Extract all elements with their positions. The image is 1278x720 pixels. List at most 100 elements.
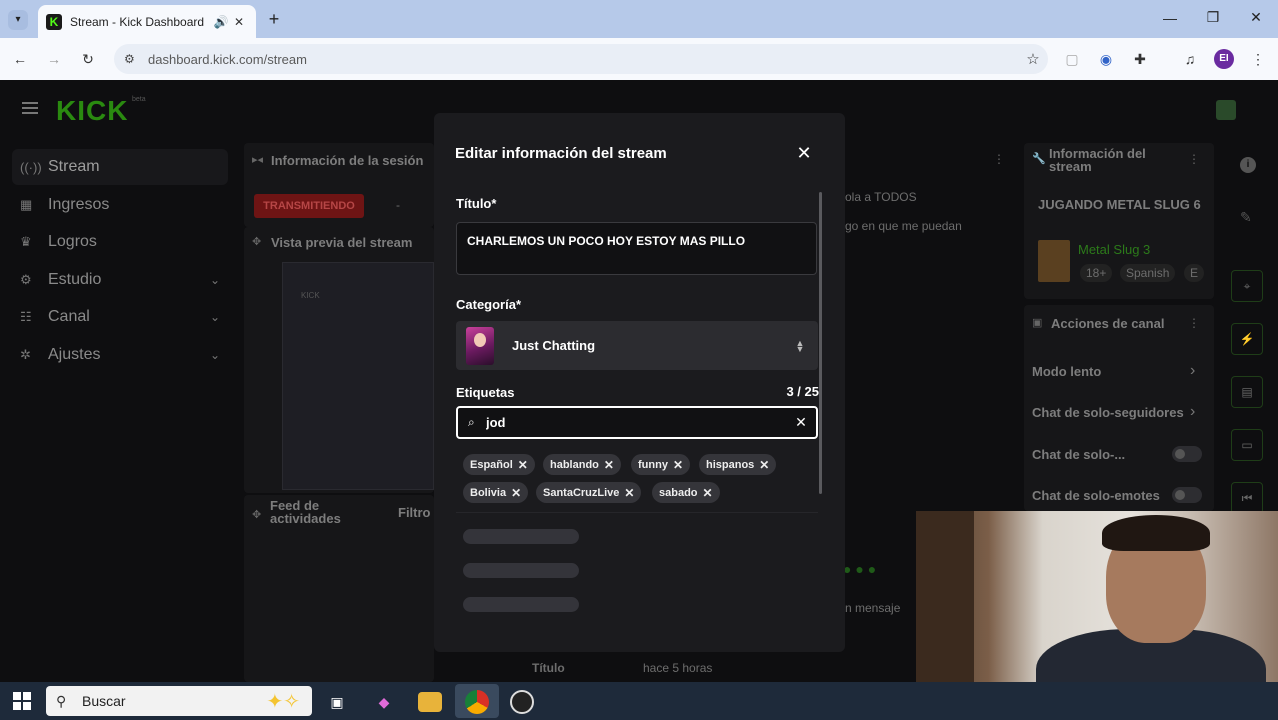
chrome-icon[interactable] [465, 690, 489, 714]
rail-media-icon[interactable]: ⏮ [1231, 482, 1263, 514]
sidebar-item-label: Canal [48, 308, 90, 325]
tag-chip-label: hispanos [706, 458, 755, 471]
extension-2-icon[interactable]: ◉ [1096, 49, 1116, 69]
browser-menu-icon[interactable]: ⋮ [1248, 49, 1268, 69]
rail-lightning-icon[interactable]: ⚡ [1231, 323, 1263, 355]
extensions-puzzle-icon[interactable]: ✚ [1130, 49, 1150, 69]
drag-handle-icon[interactable]: ✥ [252, 235, 261, 248]
sidebar-item-label: Stream [48, 158, 100, 175]
sidebar-item-stream[interactable]: ((·)) Stream [12, 149, 228, 185]
task-view-icon[interactable]: ▣ [325, 690, 349, 714]
tag-chip: Bolivia ✕ [463, 482, 529, 503]
site-info-icon[interactable]: ⚙ [124, 52, 138, 66]
remove-tag-icon[interactable]: ✕ [624, 486, 634, 500]
clear-icon[interactable]: ✕ [786, 414, 816, 431]
restore-button[interactable]: ❐ [1203, 9, 1223, 26]
loading-skeleton [463, 529, 579, 544]
preview-panel-title: Vista previa del stream [271, 235, 413, 250]
tag-search-input-wrap[interactable]: ⌕ ✕ [456, 406, 818, 439]
tag-chip: sabado ✕ [652, 482, 720, 503]
speaker-icon[interactable]: 🔊 [212, 15, 230, 29]
chat-emote-icons[interactable]: ● ● ● [843, 561, 876, 577]
sidebar-item-canal[interactable]: ☷ Canal ⌄ [12, 299, 228, 335]
emotes-only-toggle[interactable] [1172, 487, 1202, 503]
chevron-right-icon[interactable]: › [1190, 403, 1195, 421]
bookmark-star-icon[interactable]: ☆ [1018, 50, 1048, 68]
live-status-badge: TRANSMITIENDO [254, 194, 364, 218]
window-close-button[interactable]: ✕ [1246, 9, 1266, 26]
remove-tag-icon[interactable]: ✕ [703, 486, 713, 500]
modal-scrollbar[interactable] [819, 192, 822, 494]
action-sub-only[interactable]: Chat de solo-... [1032, 447, 1125, 462]
new-tab-button[interactable]: + [264, 9, 284, 30]
forward-arrow-icon[interactable]: → [44, 49, 64, 69]
stream-preview-video[interactable]: KICK [282, 262, 434, 490]
stream-info-title: JUGANDO METAL SLUG 6 [1038, 197, 1201, 212]
file-explorer-icon[interactable] [418, 692, 442, 712]
search-icon: ⚲ [56, 692, 67, 709]
back-arrow-icon[interactable]: ← [10, 49, 30, 69]
chat-input[interactable]: n mensaje [845, 601, 900, 615]
sidebar-item-logros[interactable]: ♛ Logros [12, 224, 228, 260]
address-bar[interactable]: ⚙ dashboard.kick.com/stream ☆ [114, 44, 1048, 74]
modal-divider [456, 512, 818, 513]
remove-tag-icon[interactable]: ✕ [673, 458, 683, 472]
preview-brand: KICK [301, 291, 320, 300]
chat-panel-menu-icon[interactable]: ⋮ [993, 152, 1005, 166]
close-icon[interactable]: ✕ [793, 142, 815, 164]
panel-menu-icon[interactable]: ⋮ [1188, 152, 1200, 166]
category-select[interactable]: Just Chatting ▲ ▼ [456, 321, 818, 370]
chevron-right-icon[interactable]: › [1190, 362, 1195, 380]
taskbar-search-label: Buscar [82, 693, 126, 709]
extension-1-icon[interactable]: ▢ [1062, 49, 1082, 69]
tag-chip: hispanos ✕ [699, 454, 777, 475]
category-label: Categoría* [456, 297, 522, 312]
drag-handle-icon[interactable]: ▸◂ [252, 153, 263, 166]
copilot-icon[interactable]: ◆ [372, 690, 396, 714]
windows-start-icon[interactable] [13, 692, 31, 710]
feed-filter-button[interactable]: Filtro [398, 505, 431, 520]
media-controls-icon[interactable]: ♫ [1180, 49, 1200, 69]
rail-target-icon[interactable]: ⌖ [1231, 270, 1263, 302]
action-followers-only[interactable]: Chat de solo-seguidores [1032, 405, 1184, 420]
tab-search-button[interactable]: ▾ [8, 10, 28, 30]
reload-icon[interactable]: ↻ [78, 49, 98, 69]
sidebar-item-ajustes[interactable]: ✲ Ajustes ⌄ [12, 337, 228, 373]
stream-info-panel-title: Información del stream [1049, 146, 1146, 174]
tag-chip: SantaCruzLive ✕ [536, 482, 642, 503]
minimize-button[interactable]: — [1160, 10, 1180, 26]
profile-avatar[interactable]: EI [1214, 49, 1234, 69]
action-emotes-only[interactable]: Chat de solo-emotes [1032, 488, 1160, 503]
sub-only-toggle[interactable] [1172, 446, 1202, 462]
tags-count: 3 / 25 [786, 384, 819, 399]
remove-tag-icon[interactable]: ✕ [604, 458, 614, 472]
taskbar-search[interactable]: ⚲ Buscar ✦✧ [46, 686, 312, 716]
obs-icon[interactable] [510, 690, 534, 714]
sidebar-item-ingresos[interactable]: ▦ Ingresos [12, 187, 228, 223]
sidebar-item-estudio[interactable]: ⚙ Estudio ⌄ [12, 262, 228, 298]
sidebar-item-label: Ajustes [48, 346, 101, 363]
stream-info-game[interactable]: Metal Slug 3 [1078, 242, 1150, 257]
loading-skeleton [463, 597, 579, 612]
rail-document-icon[interactable]: ▤ [1231, 376, 1263, 408]
drag-handle-icon[interactable]: ✥ [252, 508, 261, 521]
kick-avatar-icon[interactable] [1216, 100, 1236, 120]
stream-title-field[interactable]: CHARLEMOS UN POCO HOY ESTOY MAS PILLO [456, 222, 817, 275]
info-icon[interactable]: i [1240, 157, 1256, 173]
tab-title: Stream - Kick Dashboard [70, 14, 205, 29]
remove-tag-icon[interactable]: ✕ [759, 458, 769, 472]
browser-tab[interactable]: K Stream - Kick Dashboard 🔊 ✕ [38, 5, 256, 38]
kick-logo[interactable]: KICK [56, 95, 128, 127]
money-icon: ▦ [20, 197, 33, 212]
remove-tag-icon[interactable]: ✕ [511, 486, 521, 500]
tab-close-icon[interactable]: ✕ [230, 15, 248, 29]
remove-tag-icon[interactable]: ✕ [518, 458, 528, 472]
panel-menu-icon[interactable]: ⋮ [1188, 316, 1200, 330]
menu-hamburger-icon[interactable] [22, 102, 38, 104]
rail-chat-icon[interactable]: ▭ [1231, 429, 1263, 461]
action-modo-lento[interactable]: Modo lento [1032, 364, 1101, 379]
edit-pencil-icon[interactable]: ✎ [1240, 209, 1252, 226]
tag-badge: E [1184, 264, 1205, 282]
tag-search-input[interactable] [486, 415, 786, 430]
sidebar-item-label: Estudio [48, 271, 102, 288]
